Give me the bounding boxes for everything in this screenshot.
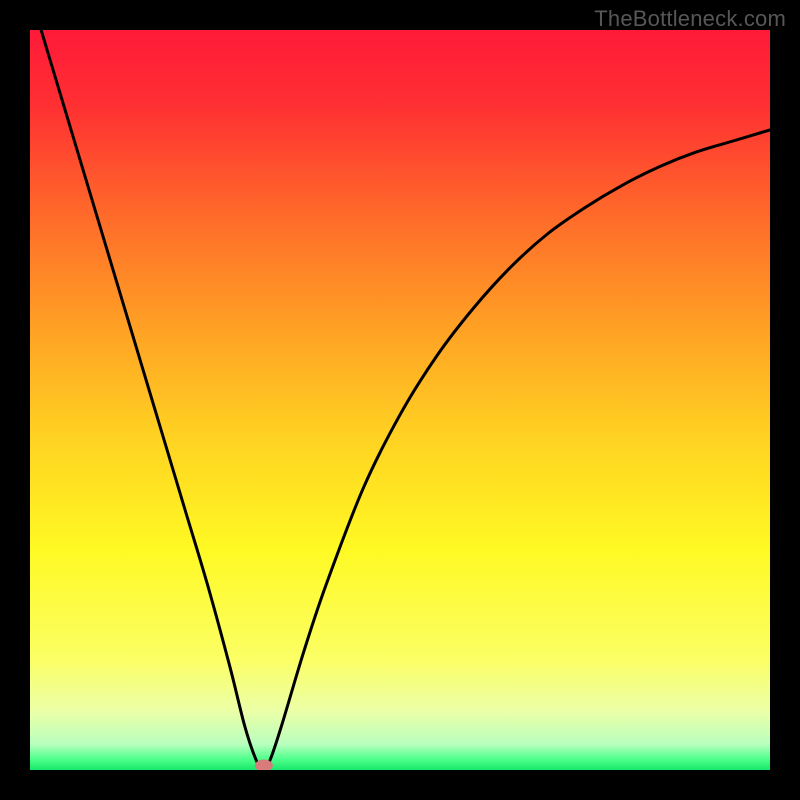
watermark-label: TheBottleneck.com [594,6,786,32]
chart-plot-area [30,30,770,770]
chart-svg [30,30,770,770]
chart-outer-frame: TheBottleneck.com [0,0,800,800]
chart-background-gradient [30,30,770,770]
